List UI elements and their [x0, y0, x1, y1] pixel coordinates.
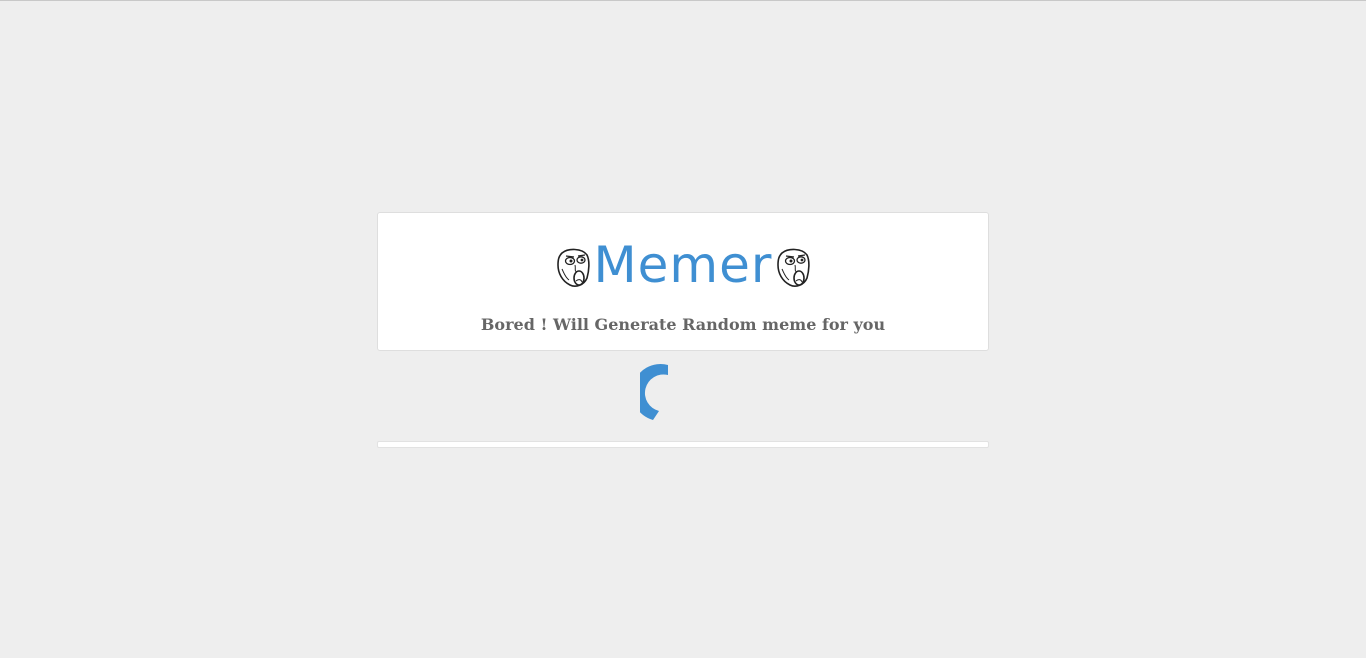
rage-face-icon: [777, 248, 811, 287]
meme-result-container: [377, 441, 989, 448]
logo: Memer: [378, 237, 988, 293]
loading-spinner-icon: [640, 364, 668, 420]
rage-face-icon: [556, 248, 590, 287]
header-card: Memer Bored ! Will Generate Random meme …: [377, 212, 989, 351]
app-title: Memer: [593, 236, 773, 294]
tagline: Bored ! Will Generate Random meme for yo…: [480, 315, 886, 334]
